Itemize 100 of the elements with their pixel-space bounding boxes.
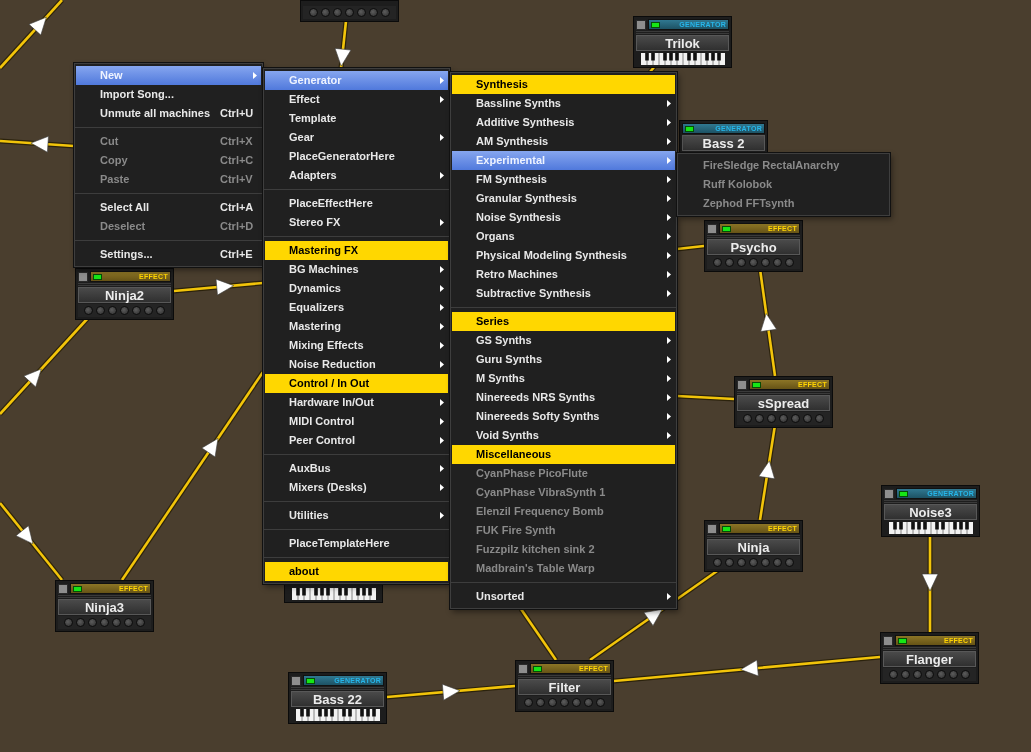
submenu-arrow-icon	[440, 342, 444, 349]
submenu-arrow-icon	[667, 176, 671, 183]
submenu-arrow-icon	[667, 432, 671, 439]
menu-section-header: Miscellaneous	[452, 445, 675, 464]
mute-button[interactable]	[291, 675, 301, 686]
menu-item[interactable]: AuxBus	[265, 459, 448, 478]
menu-item[interactable]: Template	[265, 109, 448, 128]
menu-item[interactable]: Hardware In/Out	[265, 393, 448, 412]
menu-item[interactable]: Retro Machines	[452, 265, 675, 284]
menu-item[interactable]: Granular Synthesis	[452, 189, 675, 208]
menu-item[interactable]: AM Synthesis	[452, 132, 675, 151]
submenu-arrow-icon	[253, 72, 257, 79]
menu-item[interactable]: Bassline Synths	[452, 94, 675, 113]
menu-item[interactable]: Adapters	[265, 166, 448, 185]
shortcut-text: Ctrl+C	[220, 153, 255, 169]
shortcut-text: Ctrl+D	[220, 219, 255, 235]
menu-item[interactable]: Equalizers	[265, 298, 448, 317]
menu-item[interactable]: Settings... Ctrl+E	[76, 245, 261, 264]
wire	[518, 607, 559, 662]
submenu-arrow-icon	[667, 375, 671, 382]
mute-button[interactable]	[884, 488, 894, 499]
submenu-arrow-icon	[440, 134, 444, 141]
menu-item[interactable]: FM Synthesis	[452, 170, 675, 189]
menu-section-header: Series	[452, 312, 675, 331]
submenu-arrow-icon	[667, 290, 671, 297]
piano-keys-icon	[291, 587, 376, 600]
mute-button[interactable]	[636, 19, 646, 30]
menu-item[interactable]: Unsorted	[452, 587, 675, 606]
menu-item[interactable]: Stereo FX	[265, 213, 448, 232]
menu-item[interactable]: PlaceGeneratorHere	[265, 147, 448, 166]
mute-button[interactable]	[518, 663, 528, 674]
wire	[676, 243, 705, 252]
menu-item[interactable]: Mixing Effects	[265, 336, 448, 355]
menu-item[interactable]: MIDI Control	[265, 412, 448, 431]
menu-item[interactable]: Physical Modeling Synthesis	[452, 246, 675, 265]
mute-button[interactable]	[707, 523, 717, 534]
menu-item[interactable]: Noise Reduction	[265, 355, 448, 374]
menu-item[interactable]: Utilities	[265, 506, 448, 525]
menu-item[interactable]: Guru Synths	[452, 350, 675, 369]
menu-item[interactable]: Peer Control	[265, 431, 448, 450]
machine-name: Trilok	[636, 35, 729, 51]
mute-button[interactable]	[78, 271, 88, 282]
submenu-arrow-icon	[440, 266, 444, 273]
shortcut-text: Ctrl+A	[220, 200, 255, 216]
machine-name: Flanger	[883, 651, 976, 667]
machine-name: Filter	[518, 679, 611, 695]
submenu-arrow-icon	[440, 323, 444, 330]
machine-name: Ninja3	[58, 599, 151, 615]
machine-canvas[interactable]	[0, 0, 1031, 752]
piano-keys-icon	[640, 52, 725, 65]
wire	[334, 20, 352, 69]
mute-button[interactable]	[58, 583, 68, 594]
menu-section-header: Control / In Out	[265, 374, 448, 393]
menu-item[interactable]: Void Synths	[452, 426, 675, 445]
submenu-arrow-icon	[667, 413, 671, 420]
menu-item[interactable]: Import Song...	[76, 85, 261, 104]
submenu-arrow-icon	[440, 399, 444, 406]
menu-item[interactable]: Ninereeds NRS Synths	[452, 388, 675, 407]
submenu-arrow-icon	[667, 138, 671, 145]
menu-item[interactable]: BG Machines	[265, 260, 448, 279]
submenu-arrow-icon	[440, 96, 444, 103]
mute-button[interactable]	[707, 223, 717, 234]
led-icon	[898, 637, 907, 644]
submenu-arrow-icon	[440, 512, 444, 519]
submenu-arrow-icon	[667, 195, 671, 202]
mute-button[interactable]	[883, 635, 893, 646]
wire	[0, 0, 64, 70]
machine-node[interactable]	[300, 0, 399, 22]
submenu-arrow-icon	[667, 214, 671, 221]
menu-item[interactable]: Dynamics	[265, 279, 448, 298]
piano-keys-icon	[295, 708, 380, 721]
shortcut-text: Ctrl+E	[220, 247, 254, 263]
menu-item[interactable]: Organs	[452, 227, 675, 246]
menu-item[interactable]: Mastering	[265, 317, 448, 336]
led-icon	[306, 677, 315, 684]
machine-name: Ninja	[707, 539, 800, 555]
menu-item[interactable]: Gear	[265, 128, 448, 147]
menu-item[interactable]: Subtractive Synthesis	[452, 284, 675, 303]
machine-name: Bass 2	[682, 135, 765, 151]
menu-item[interactable]: PlaceTemplateHere	[265, 534, 448, 553]
menu-item[interactable]: M Synths	[452, 369, 675, 388]
menu-item[interactable]: Unmute all machines Ctrl+U	[76, 104, 261, 123]
submenu-arrow-icon	[667, 394, 671, 401]
menu-section-header: Mastering FX	[265, 241, 448, 260]
led-icon	[533, 665, 542, 672]
menu-item[interactable]: Ninereeds Softy Synths	[452, 407, 675, 426]
menu-item[interactable]: Noise Synthesis	[452, 208, 675, 227]
submenu-arrow-icon	[440, 418, 444, 425]
menu-item[interactable]: Mixers (Desks)	[265, 478, 448, 497]
led-icon	[93, 273, 102, 280]
submenu-arrow-icon	[667, 271, 671, 278]
menu-item[interactable]: Effect	[265, 90, 448, 109]
menu-item[interactable]: Select All Ctrl+A	[76, 198, 261, 217]
submenu-arrow-icon	[440, 304, 444, 311]
menu-item[interactable]: Additive Synthesis	[452, 113, 675, 132]
led-icon	[651, 21, 660, 28]
menu-section-header: Synthesis	[452, 75, 675, 94]
mute-button[interactable]	[737, 379, 747, 390]
menu-item[interactable]: GS Synths	[452, 331, 675, 350]
menu-item[interactable]: PlaceEffectHere	[265, 194, 448, 213]
